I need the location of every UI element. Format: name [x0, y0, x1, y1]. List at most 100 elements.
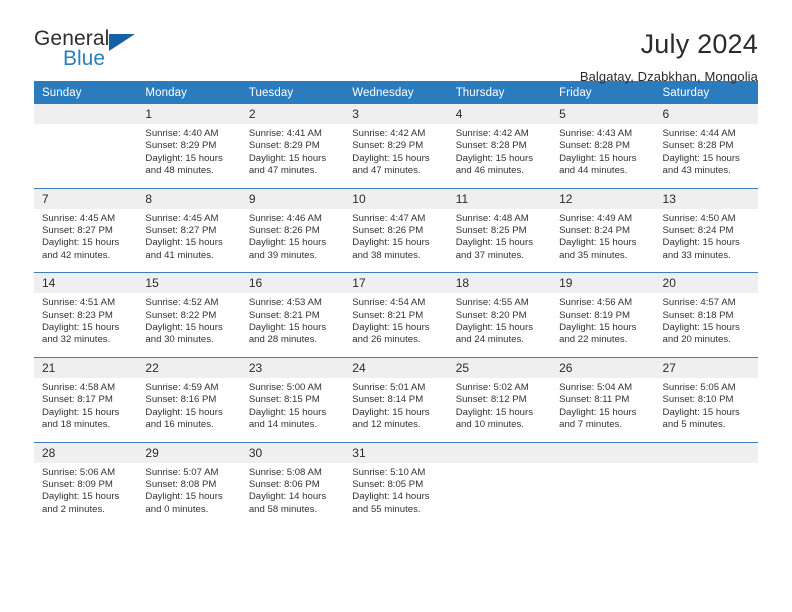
calendar-day-cell[interactable]: 21 Sunrise: 4:58 AM Sunset: 8:17 PM Dayligh… [34, 356, 138, 442]
daylight-text: Daylight: 15 hours [662, 406, 740, 418]
day-details: Sunrise: 4:42 AM Sunset: 8:28 PM Daylight:… [448, 124, 551, 188]
sunset-text: Sunset: 8:05 PM [352, 478, 424, 490]
calendar-day-cell[interactable]: 13 Sunrise: 4:50 AM Sunset: 8:24 PM Dayligh… [654, 187, 758, 273]
calendar-week-row: 7 Sunrise: 4:45 AM Sunset: 8:27 PM Daylight… [34, 187, 758, 273]
sunset-text: Sunset: 8:24 PM [559, 225, 631, 237]
sunrise-text: Sunrise: 4:44 AM [662, 128, 736, 139]
sunrise-text: Sunrise: 5:05 AM [662, 381, 736, 393]
sunrise-text: Sunrise: 4:59 AM [145, 381, 219, 393]
day-number: 21 [34, 357, 138, 378]
calendar-day-cell[interactable]: 14 Sunrise: 4:51 AM Sunset: 8:23 PM Dayligh… [34, 272, 138, 358]
daylight-text: and 32 minutes. [42, 334, 111, 346]
calendar-day-cell[interactable]: 15 Sunrise: 4:52 AM Sunset: 8:22 PM Dayligh… [137, 272, 241, 358]
page-title: July 2024 [640, 29, 758, 59]
sunset-text: Sunset: 8:28 PM [662, 140, 734, 152]
daylight-text: and 24 minutes. [455, 334, 524, 346]
day-details: Sunrise: 4:56 AM Sunset: 8:19 PM Daylight:… [551, 293, 654, 357]
calendar-day-cell[interactable]: 18 Sunrise: 4:55 AM Sunset: 8:20 PM Dayligh… [447, 272, 552, 358]
sunset-text: Sunset: 8:27 PM [145, 225, 217, 237]
day-number: 18 [447, 273, 552, 294]
day-details: Sunrise: 5:00 AM Sunset: 8:15 PM Daylight:… [241, 378, 344, 442]
calendar-day-cell[interactable]: 12 Sunrise: 4:49 AM Sunset: 8:24 PM Dayligh… [551, 187, 655, 273]
day-details: Sunrise: 4:58 AM Sunset: 8:17 PM Daylight:… [34, 378, 137, 442]
calendar-day-cell[interactable]: 20 Sunrise: 4:57 AM Sunset: 8:18 PM Dayligh… [654, 272, 758, 358]
calendar-day-cell[interactable]: 6 Sunrise: 4:44 AM Sunset: 8:28 PM Daylight… [654, 104, 758, 188]
day-number: 19 [551, 273, 655, 294]
day-details: Sunrise: 4:48 AM Sunset: 8:25 PM Daylight:… [448, 209, 551, 273]
day-number: 4 [447, 104, 552, 124]
calendar-day-cell[interactable]: 30 Sunrise: 5:08 AM Sunset: 8:06 PM Dayligh… [240, 441, 345, 527]
sunset-text: Sunset: 8:08 PM [145, 478, 217, 490]
logo-triangle-icon [109, 34, 135, 51]
calendar-day-cell[interactable]: 25 Sunrise: 5:02 AM Sunset: 8:12 PM Dayligh… [447, 356, 552, 442]
daylight-text: and 33 minutes. [662, 249, 731, 261]
sunrise-text: Sunrise: 4:54 AM [352, 297, 426, 309]
calendar-day-cell[interactable]: 1 Sunrise: 4:40 AM Sunset: 8:29 PM Daylight… [137, 104, 241, 188]
sunset-text: Sunset: 8:26 PM [248, 225, 320, 237]
day-details: Sunrise: 5:05 AM Sunset: 8:10 PM Daylight:… [655, 378, 758, 442]
calendar-day-cell[interactable]: 16 Sunrise: 4:53 AM Sunset: 8:21 PM Dayligh… [240, 272, 345, 358]
day-number: 25 [447, 357, 552, 378]
day-number: 11 [447, 188, 552, 209]
calendar-day-cell[interactable]: 17 Sunrise: 4:54 AM Sunset: 8:21 PM Dayligh… [344, 272, 448, 358]
calendar-body: 1 Sunrise: 4:40 AM Sunset: 8:29 PM Daylight… [34, 104, 758, 527]
sunset-text: Sunset: 8:15 PM [248, 394, 320, 406]
daylight-text: Daylight: 15 hours [559, 237, 637, 249]
calendar-day-cell[interactable]: 11 Sunrise: 4:48 AM Sunset: 8:25 PM Dayligh… [447, 187, 552, 273]
daylight-text: and 18 minutes. [42, 419, 111, 431]
sunset-text: Sunset: 8:29 PM [248, 140, 320, 152]
calendar-day-cell-empty [34, 104, 138, 188]
day-number: 13 [654, 188, 758, 209]
calendar-day-cell[interactable]: 22 Sunrise: 4:59 AM Sunset: 8:16 PM Dayligh… [137, 356, 241, 442]
day-number: 29 [137, 442, 241, 463]
calendar-day-cell[interactable]: 23 Sunrise: 5:00 AM Sunset: 8:15 PM Dayligh… [240, 356, 345, 442]
calendar-day-cell[interactable]: 5 Sunrise: 4:43 AM Sunset: 8:28 PM Daylight… [551, 104, 655, 188]
day-details: Sunrise: 4:51 AM Sunset: 8:23 PM Daylight:… [34, 293, 137, 357]
calendar-week-row: 28 Sunrise: 5:06 AM Sunset: 8:09 PM Dayligh… [34, 441, 758, 527]
weekday-header-thursday: Thursday [447, 81, 552, 104]
day-number: 15 [137, 273, 241, 294]
calendar-day-cell[interactable]: 28 Sunrise: 5:06 AM Sunset: 8:09 PM Dayligh… [34, 441, 138, 527]
sunrise-text: Sunrise: 5:07 AM [145, 466, 219, 478]
weekday-header-sunday: Sunday [34, 81, 138, 104]
day-number: 16 [240, 273, 345, 294]
location-subtitle: Balgatay, Dzabkhan, Mongolia [579, 68, 758, 84]
calendar-day-cell[interactable]: 2 Sunrise: 4:41 AM Sunset: 8:29 PM Daylight… [240, 104, 345, 188]
calendar-day-cell[interactable]: 4 Sunrise: 4:42 AM Sunset: 8:28 PM Daylight… [447, 104, 552, 188]
calendar-day-cell[interactable]: 19 Sunrise: 4:56 AM Sunset: 8:19 PM Dayligh… [551, 272, 655, 358]
calendar-day-cell[interactable]: 24 Sunrise: 5:01 AM Sunset: 8:14 PM Dayligh… [344, 356, 448, 442]
daylight-text: Daylight: 15 hours [352, 152, 430, 164]
daylight-text: Daylight: 15 hours [42, 237, 120, 249]
daylight-text: and 46 minutes. [455, 165, 524, 177]
sunrise-text: Sunrise: 4:51 AM [42, 297, 116, 309]
sunset-text: Sunset: 8:25 PM [455, 225, 527, 237]
sunset-text: Sunset: 8:18 PM [662, 309, 734, 321]
calendar-day-cell[interactable]: 31 Sunrise: 5:10 AM Sunset: 8:05 PM Dayligh… [344, 441, 448, 527]
calendar-day-cell[interactable]: 3 Sunrise: 4:42 AM Sunset: 8:29 PM Daylight… [344, 104, 448, 188]
weekday-header-saturday: Saturday [654, 81, 758, 104]
calendar-day-cell[interactable]: 27 Sunrise: 5:05 AM Sunset: 8:10 PM Dayligh… [654, 356, 758, 442]
day-details [655, 463, 758, 521]
daylight-text: and 0 minutes. [145, 503, 209, 515]
daylight-text: Daylight: 15 hours [42, 322, 120, 334]
calendar-day-cell[interactable]: 7 Sunrise: 4:45 AM Sunset: 8:27 PM Daylight… [34, 187, 138, 273]
daylight-text: and 44 minutes. [559, 165, 628, 177]
day-details [551, 463, 654, 521]
daylight-text: and 48 minutes. [145, 165, 214, 177]
calendar-day-cell[interactable]: 26 Sunrise: 5:04 AM Sunset: 8:11 PM Dayligh… [551, 356, 655, 442]
day-details: Sunrise: 4:42 AM Sunset: 8:29 PM Daylight:… [344, 124, 447, 188]
calendar-day-cell[interactable]: 8 Sunrise: 4:45 AM Sunset: 8:27 PM Daylight… [137, 187, 241, 273]
day-details [34, 124, 137, 182]
calendar-day-cell[interactable]: 29 Sunrise: 5:07 AM Sunset: 8:08 PM Dayligh… [137, 441, 241, 527]
daylight-text: Daylight: 15 hours [559, 152, 637, 164]
daylight-text: and 55 minutes. [352, 503, 421, 515]
daylight-text: Daylight: 14 hours [248, 491, 327, 503]
sunset-text: Sunset: 8:26 PM [352, 225, 424, 237]
calendar-day-cell[interactable]: 10 Sunrise: 4:47 AM Sunset: 8:26 PM Dayligh… [344, 187, 448, 273]
day-number: 1 [137, 104, 241, 124]
day-details: Sunrise: 4:44 AM Sunset: 8:28 PM Daylight:… [655, 124, 758, 188]
sunrise-text: Sunrise: 4:40 AM [145, 128, 219, 139]
calendar-day-cell[interactable]: 9 Sunrise: 4:46 AM Sunset: 8:26 PM Daylight… [240, 187, 345, 273]
sunset-text: Sunset: 8:23 PM [42, 309, 113, 321]
daylight-text: Daylight: 15 hours [352, 237, 430, 249]
